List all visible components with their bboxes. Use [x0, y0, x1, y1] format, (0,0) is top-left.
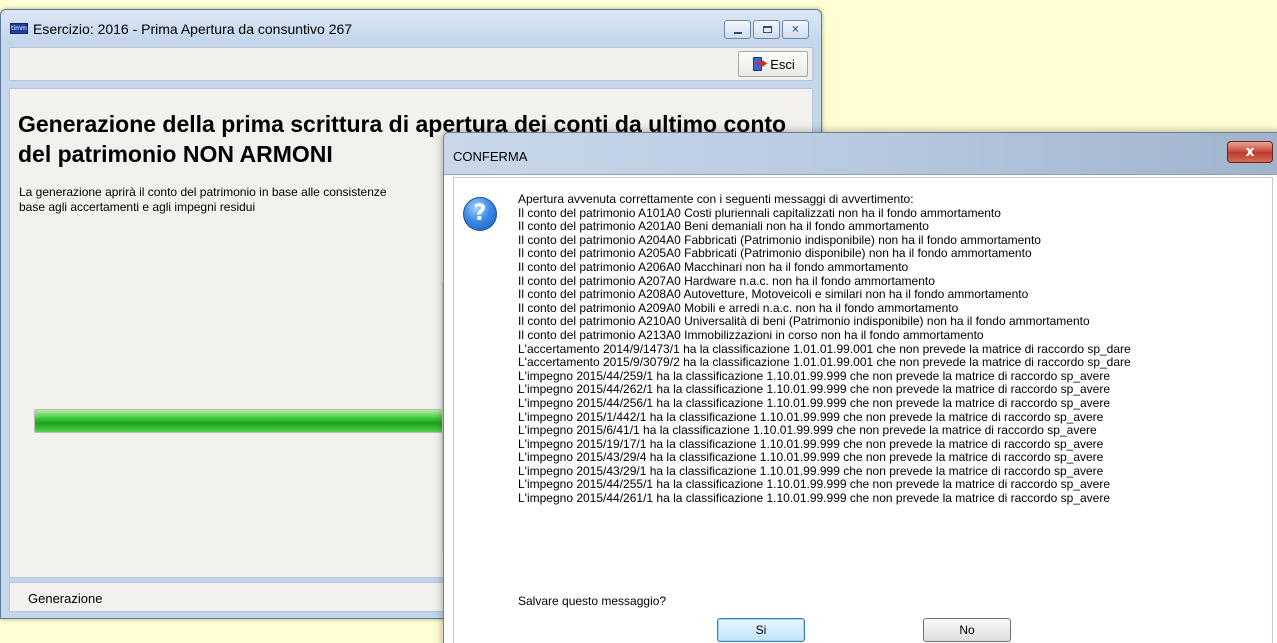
maximize-button[interactable]: [753, 20, 780, 39]
close-icon: ✕: [791, 24, 800, 35]
message-line: L'impegno 2015/44/261/1 ha la classifica…: [518, 491, 1111, 506]
main-title-bar[interactable]: timm Esercizio: 2016 - Prima Apertura da…: [1, 10, 821, 44]
message-line: L'accertamento 2015/9/3079/2 ha la class…: [518, 355, 1131, 370]
window-title: Esercizio: 2016 - Prima Apertura da cons…: [33, 21, 353, 37]
message-line: L'impegno 2015/44/255/1 ha la classifica…: [518, 477, 1111, 492]
toolbar: Esci: [9, 47, 813, 81]
exit-icon: [751, 56, 768, 72]
message-line: L'impegno 2015/43/29/1 ha la classificaz…: [518, 463, 1104, 478]
message-line: Il conto del patrimonio A207A0 Hardware …: [518, 273, 935, 288]
app-icon: timm: [10, 23, 28, 34]
dialog-title-bar[interactable]: CONFERMA x: [444, 133, 1277, 175]
confirm-dialog: CONFERMA x ? Apertura avvenuta correttam…: [443, 132, 1277, 643]
message-line: L'impegno 2015/43/29/4 ha la classificaz…: [518, 450, 1104, 465]
question-icon: ?: [463, 197, 497, 231]
message-line: L'accertamento 2014/9/1473/1 ha la class…: [518, 341, 1131, 356]
message-line: L'impegno 2015/44/256/1 ha la classifica…: [518, 395, 1111, 410]
message-line: L'impegno 2015/19/17/1 ha la classificaz…: [518, 436, 1104, 451]
message-line: Il conto del patrimonio A208A0 Autovettu…: [518, 287, 1029, 302]
message-line: L'impegno 2015/44/259/1 ha la classifica…: [518, 368, 1111, 383]
message-line: Il conto del patrimonio A201A0 Beni dema…: [518, 219, 929, 234]
message-line: L'impegno 2015/6/41/1 ha la classificazi…: [518, 423, 1097, 438]
dialog-body: ? Apertura avvenuta correttamente con i …: [453, 177, 1273, 643]
esci-button[interactable]: Esci: [738, 51, 808, 77]
caption-buttons: ✕: [724, 20, 809, 39]
message-line: Il conto del patrimonio A206A0 Macchinar…: [518, 259, 909, 274]
maximize-icon: [763, 26, 772, 33]
message-line: Il conto del patrimonio A101A0 Costi plu…: [518, 205, 1001, 220]
message-line: L'impegno 2015/1/442/1 ha la classificaz…: [518, 409, 1104, 424]
yes-button[interactable]: Si: [717, 618, 805, 642]
dialog-close-button[interactable]: x: [1227, 141, 1273, 163]
progress-bar: [34, 409, 454, 433]
minimize-icon: [734, 32, 742, 34]
close-button[interactable]: ✕: [782, 20, 809, 39]
message-line: Il conto del patrimonio A213A0 Immobiliz…: [518, 327, 984, 342]
message-line: L'impegno 2015/44/262/1 ha la classifica…: [518, 382, 1111, 397]
message-line: Il conto del patrimonio A204A0 Fabbricat…: [518, 232, 1041, 247]
message-line: Apertura avvenuta correttamente con i se…: [518, 192, 914, 206]
esci-label: Esci: [770, 56, 795, 72]
minimize-button[interactable]: [724, 20, 751, 39]
message-text: Apertura avvenuta correttamente con i se…: [518, 192, 1238, 506]
no-button[interactable]: No: [923, 618, 1011, 642]
progress-fill: [35, 410, 453, 432]
message-line: Il conto del patrimonio A210A0 Universal…: [518, 314, 1090, 329]
status-text: Generazione: [28, 591, 103, 606]
message-line: Il conto del patrimonio A209A0 Mobili e …: [518, 300, 959, 315]
dialog-title: CONFERMA: [453, 149, 528, 164]
question-text: Salvare questo messaggio?: [518, 594, 667, 608]
message-line: Il conto del patrimonio A205A0 Fabbricat…: [518, 246, 1032, 261]
page-description: La generazione aprirà il conto del patri…: [19, 185, 387, 214]
close-icon: x: [1245, 144, 1255, 160]
